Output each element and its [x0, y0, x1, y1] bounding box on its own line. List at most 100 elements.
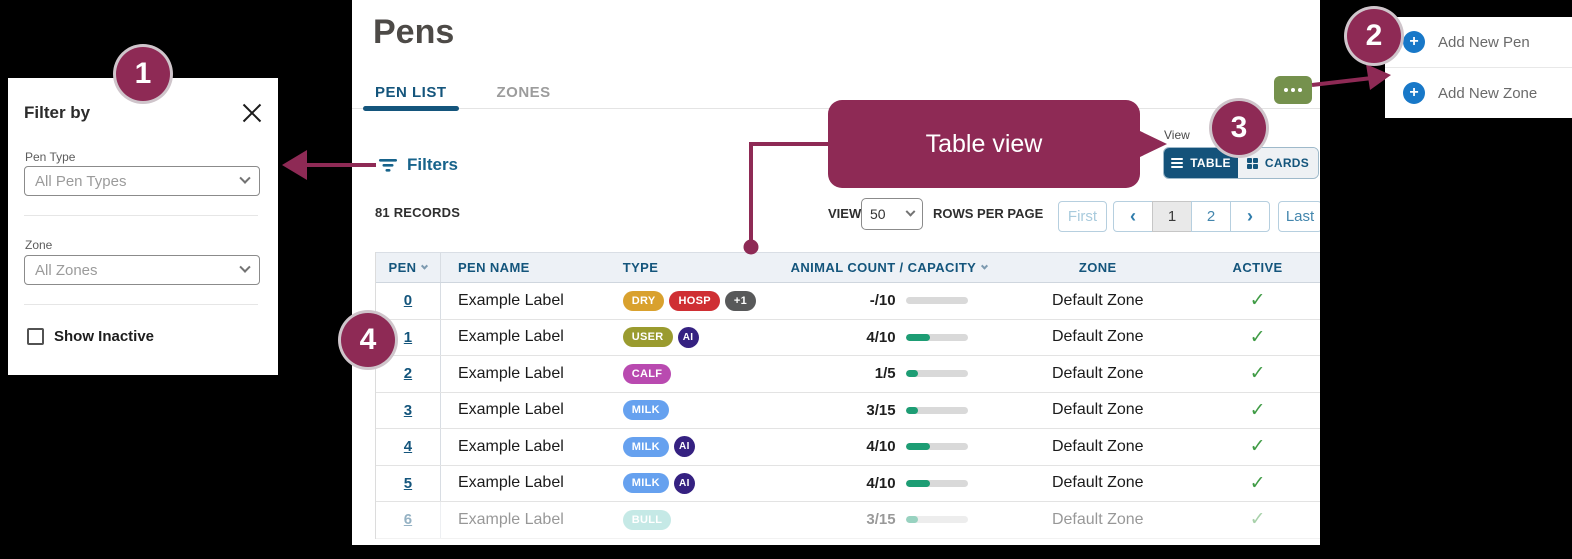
- table-row: 4Example LabelMILKAI4/10Default Zone: [376, 429, 1320, 466]
- active-cell: [1195, 283, 1320, 319]
- animal-count-cell: -/10: [786, 283, 1001, 319]
- pen-number-link[interactable]: 4: [404, 438, 412, 455]
- capacity-progress-fill: [906, 370, 918, 377]
- column-header-zone: ZONE: [1000, 253, 1195, 282]
- active-cell: [1195, 320, 1320, 356]
- type-badge: MILK: [623, 400, 669, 420]
- animal-count-value: 4/10: [791, 329, 896, 346]
- zone-cell: Default Zone: [1000, 320, 1195, 356]
- pen-number-link[interactable]: 0: [404, 292, 412, 309]
- pagination-last-button[interactable]: Last: [1278, 201, 1320, 232]
- annotation-badge-1: 1: [116, 47, 170, 101]
- pagination-next-button[interactable]: ›: [1230, 201, 1270, 232]
- type-badge: CALF: [623, 364, 672, 384]
- table-row: 3Example LabelMILK3/15Default Zone: [376, 393, 1320, 430]
- tab-pen-list[interactable]: PEN LIST: [375, 84, 447, 110]
- pagination-page-2[interactable]: 2: [1191, 201, 1231, 232]
- pen-type-label: Pen Type: [25, 150, 75, 164]
- divider: [24, 215, 258, 216]
- zone-value: All Zones: [35, 262, 98, 279]
- pagination-first-button[interactable]: First: [1058, 201, 1107, 232]
- zone-name: Default Zone: [1052, 328, 1144, 346]
- pen-name: Example Label: [458, 328, 564, 346]
- column-header-pen[interactable]: PEN: [376, 253, 441, 282]
- plus-icon: [1403, 31, 1425, 53]
- pens-table: PEN PEN NAME TYPE ANIMAL COUNT / CAPACIT…: [375, 252, 1320, 539]
- menu-item-add-new-pen[interactable]: Add New Pen: [1385, 17, 1572, 67]
- zone-cell: Default Zone: [1000, 283, 1195, 319]
- tab-bar: PEN LIST ZONES: [375, 84, 551, 110]
- pagination-page-1[interactable]: 1: [1152, 201, 1192, 232]
- type-badge: AI: [678, 327, 699, 348]
- active-cell: [1195, 429, 1320, 465]
- capacity-progress-bar: [906, 407, 968, 414]
- pen-name-cell: Example Label: [441, 393, 616, 429]
- more-actions-button[interactable]: [1274, 76, 1312, 104]
- pen-type-select[interactable]: All Pen Types: [24, 166, 260, 196]
- animal-count-cell: 3/15: [786, 502, 1001, 538]
- type-badge: HOSP: [669, 291, 719, 311]
- type-badge: AI: [674, 473, 695, 494]
- ellipsis-icon: [1284, 88, 1288, 92]
- active-check-icon: [1250, 472, 1266, 495]
- zone-cell: Default Zone: [1000, 502, 1195, 538]
- type-badge: MILK: [623, 473, 669, 493]
- capacity-progress-fill: [906, 407, 918, 414]
- table-row: 6Example LabelBULL3/15Default Zone: [376, 502, 1320, 539]
- table-row: 5Example LabelMILKAI4/10Default Zone: [376, 466, 1320, 503]
- tab-zones[interactable]: ZONES: [497, 84, 551, 110]
- column-header-animal-count[interactable]: ANIMAL COUNT / CAPACITY: [786, 253, 1001, 282]
- animal-count-cell: 4/10: [786, 429, 1001, 465]
- type-cell: USERAI: [616, 320, 786, 356]
- plus-icon: [1403, 82, 1425, 104]
- close-icon[interactable]: [242, 102, 262, 122]
- zone-cell: Default Zone: [1000, 356, 1195, 392]
- active-check-icon: [1250, 508, 1266, 531]
- column-header-active: ACTIVE: [1195, 253, 1320, 282]
- table-row: 1 Example Label USERAI 4/10 Default Zone: [376, 320, 1320, 357]
- zone-name: Default Zone: [1052, 511, 1144, 529]
- chevron-down-icon: [906, 206, 916, 216]
- records-count: 81 RECORDS: [375, 205, 460, 220]
- pen-type-value: All Pen Types: [35, 173, 126, 190]
- pen-number-link[interactable]: 5: [404, 475, 412, 492]
- pen-cell: 0: [376, 283, 441, 319]
- pagination-prev-button[interactable]: ‹: [1113, 201, 1153, 232]
- zone-select[interactable]: All Zones: [24, 255, 260, 285]
- active-cell: [1195, 393, 1320, 429]
- type-badge: +1: [725, 291, 756, 311]
- zone-cell: Default Zone: [1000, 466, 1195, 502]
- rows-per-page-select[interactable]: 50: [861, 198, 923, 230]
- pen-name: Example Label: [458, 292, 564, 310]
- table-row: 0Example LabelDRYHOSP+1-/10Default Zone: [376, 283, 1320, 320]
- add-new-menu: Add New Pen Add New Zone: [1385, 17, 1572, 118]
- animal-count-value: 4/10: [791, 438, 896, 455]
- pen-name: Example Label: [458, 365, 564, 383]
- capacity-progress-bar: [906, 443, 968, 450]
- type-cell: DRYHOSP+1: [616, 283, 786, 319]
- animal-count-cell: 4/10: [786, 320, 1001, 356]
- column-header-type: TYPE: [616, 253, 786, 282]
- rows-per-page-label: ROWS PER PAGE: [933, 206, 1043, 221]
- zone-name: Default Zone: [1052, 401, 1144, 419]
- pen-name-cell: Example Label: [441, 356, 616, 392]
- animal-count-value: 3/15: [791, 511, 896, 528]
- active-cell: [1195, 466, 1320, 502]
- pen-number-link[interactable]: 6: [404, 511, 412, 528]
- filters-button[interactable]: Filters: [378, 155, 458, 175]
- pen-cell: 2: [376, 356, 441, 392]
- pen-name-cell: Example Label: [441, 320, 616, 356]
- menu-item-add-new-zone[interactable]: Add New Zone: [1385, 68, 1572, 118]
- capacity-progress-fill: [906, 516, 918, 523]
- column-header-pen-name: PEN NAME: [441, 253, 616, 282]
- active-check-icon: [1250, 435, 1266, 458]
- pen-number-link[interactable]: 3: [404, 402, 412, 419]
- filters-label: Filters: [407, 155, 458, 175]
- page-title: Pens: [373, 13, 454, 52]
- pen-number-link[interactable]: 2: [404, 365, 412, 382]
- arrowhead-left-icon: [282, 150, 307, 180]
- pen-number-link[interactable]: 1: [404, 329, 412, 346]
- show-inactive-checkbox[interactable]: [27, 328, 44, 345]
- capacity-progress-bar: [906, 370, 968, 377]
- show-inactive-label: Show Inactive: [54, 328, 154, 345]
